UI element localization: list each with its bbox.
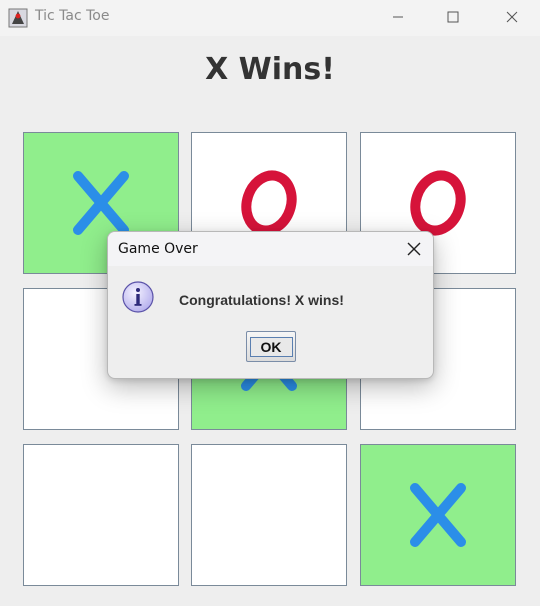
- java-duke-icon: [8, 8, 28, 28]
- close-icon[interactable]: [405, 240, 423, 258]
- status-heading: X Wins!: [205, 52, 335, 87]
- x-mark: [73, 171, 129, 235]
- close-icon: [506, 11, 518, 23]
- info-icon: [122, 281, 154, 313]
- maximize-icon: [447, 11, 459, 23]
- maximize-button[interactable]: [430, 0, 476, 34]
- board-cell[interactable]: [23, 444, 179, 586]
- o-mark: [410, 170, 466, 236]
- board-cell[interactable]: [360, 444, 516, 586]
- minimize-button[interactable]: [375, 0, 421, 34]
- dialog-message: Congratulations! X wins!: [179, 292, 344, 308]
- title-bar[interactable]: Tic Tac Toe: [0, 0, 540, 36]
- o-mark: [241, 170, 297, 236]
- app-window: Tic Tac Toe X Wins! Game Over Congratula…: [0, 0, 540, 606]
- board-cell[interactable]: [191, 444, 347, 586]
- window-close-button[interactable]: [489, 0, 535, 34]
- minimize-icon: [393, 16, 403, 18]
- x-mark: [410, 483, 466, 547]
- dialog-title-bar[interactable]: Game Over: [108, 232, 433, 266]
- ok-button-label: OK: [249, 336, 293, 357]
- dialog-title: Game Over: [118, 241, 198, 257]
- window-title: Tic Tac Toe: [35, 8, 110, 24]
- game-over-dialog: Game Over Congratulations! X wins! OK: [107, 231, 434, 379]
- ok-button[interactable]: OK: [246, 331, 296, 362]
